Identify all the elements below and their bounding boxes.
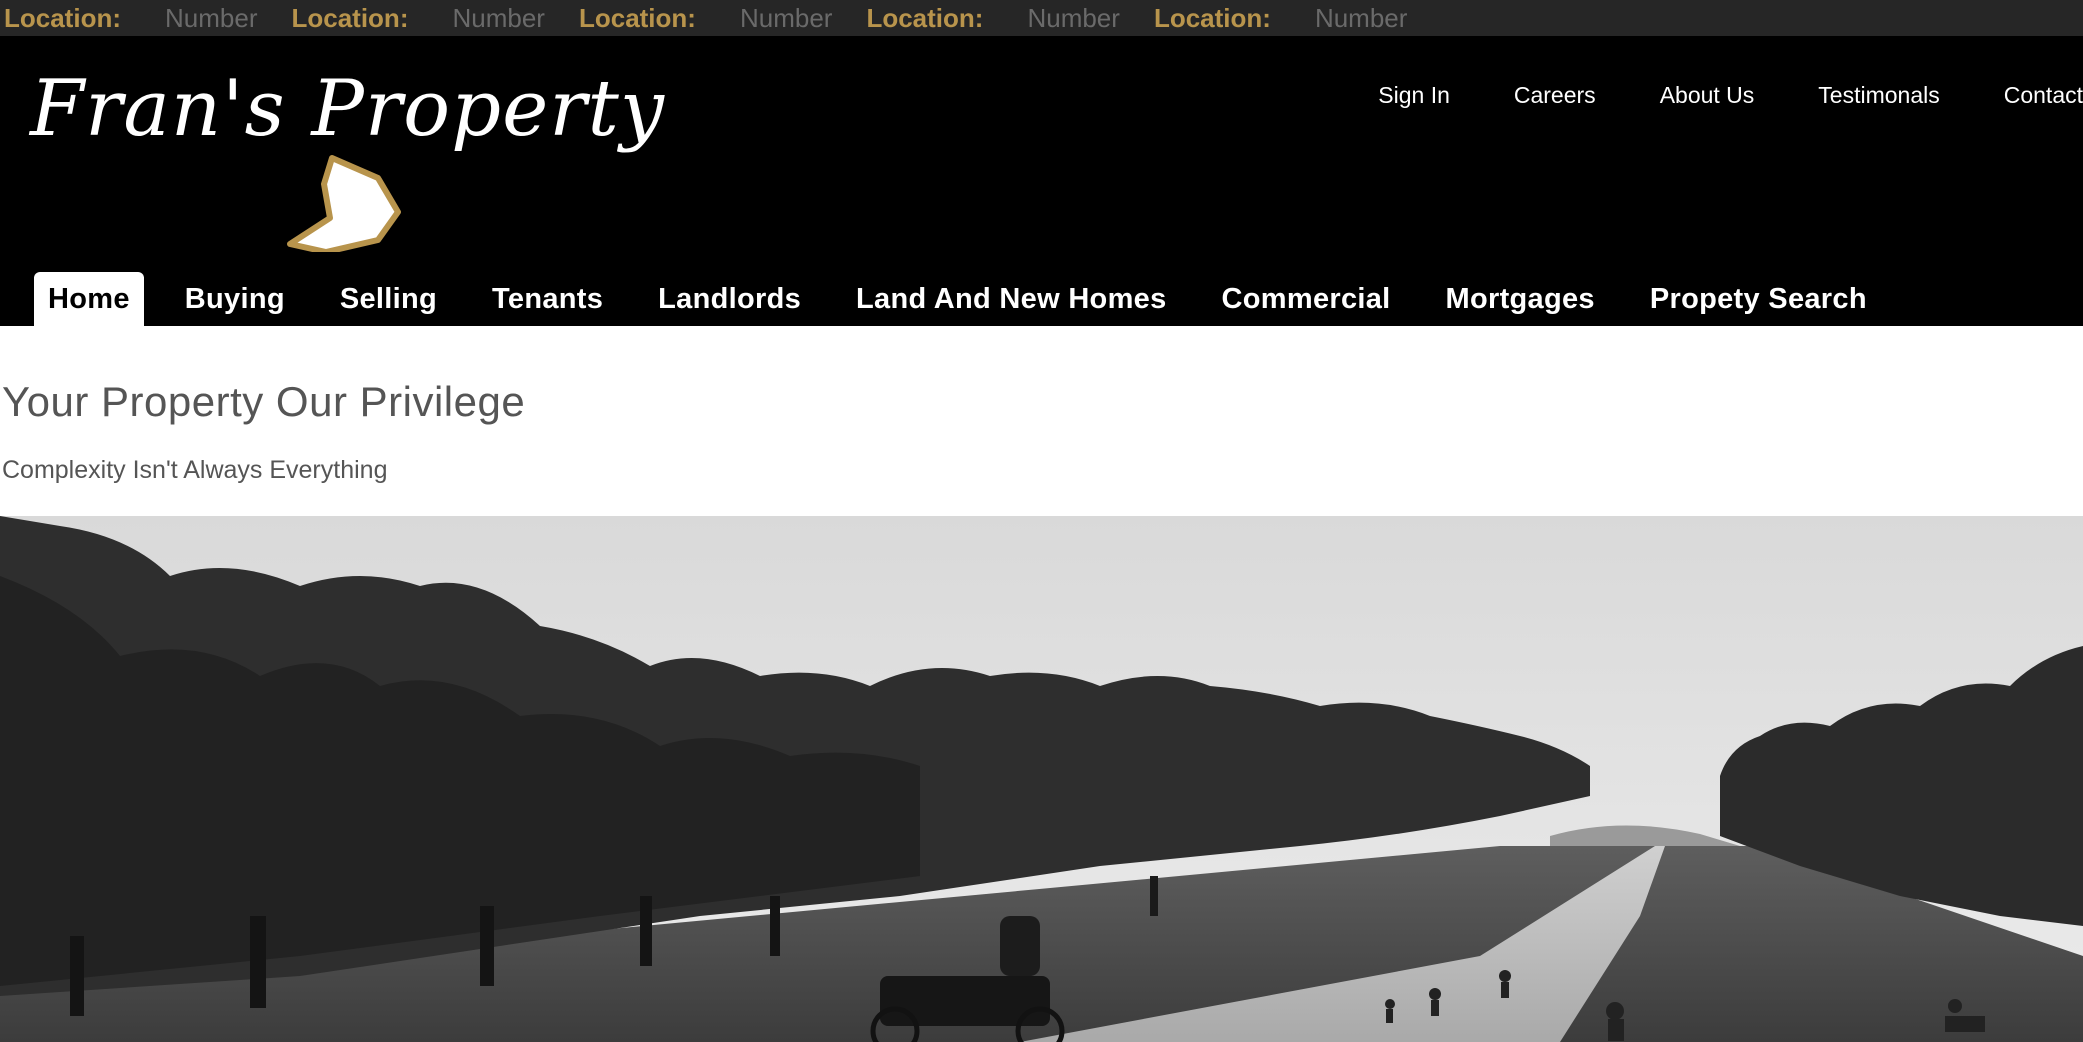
testimonials-link[interactable]: Testimonals <box>1818 82 1939 109</box>
location-item: Location: Number <box>4 3 257 34</box>
location-item: Location: Number <box>1154 3 1407 34</box>
hero-image <box>0 516 2083 1042</box>
utility-nav: Sign In Careers About Us Testimonals Con… <box>1314 82 2083 109</box>
careers-link[interactable]: Careers <box>1514 82 1596 109</box>
location-item: Location: Number <box>291 3 544 34</box>
location-number[interactable]: Number <box>740 3 832 34</box>
location-label: Location: <box>578 2 696 33</box>
tab-land-and-new-homes[interactable]: Land And New Homes <box>842 272 1180 326</box>
about-us-link[interactable]: About Us <box>1660 82 1755 109</box>
page-title: Your Property Our Privilege <box>2 378 526 426</box>
location-number[interactable]: Number <box>1027 3 1119 34</box>
tab-tenants[interactable]: Tenants <box>478 272 617 326</box>
location-number[interactable]: Number <box>1315 3 1407 34</box>
brand-logo-text[interactable]: Fran's Property <box>30 64 665 154</box>
location-label: Location: <box>866 2 984 33</box>
site-header: Fran's Property Sign In Careers About Us… <box>0 36 2083 326</box>
location-label: Location: <box>4 2 121 33</box>
location-number[interactable]: Number <box>452 3 544 34</box>
brand-logo-icon[interactable] <box>286 154 402 252</box>
tab-buying[interactable]: Buying <box>171 272 299 326</box>
tab-commercial[interactable]: Commercial <box>1208 272 1405 326</box>
sign-in-link[interactable]: Sign In <box>1378 82 1450 109</box>
main-nav: Home Buying Selling Tenants Landlords La… <box>34 272 1908 326</box>
contact-link[interactable]: Contact <box>2004 82 2083 109</box>
tab-landlords[interactable]: Landlords <box>644 272 815 326</box>
location-strip: Location: Number Location: Number Locati… <box>0 0 2083 36</box>
location-number[interactable]: Number <box>165 3 257 34</box>
location-item: Location: Number <box>579 3 832 34</box>
location-label: Location: <box>1153 2 1271 33</box>
tab-home[interactable]: Home <box>34 272 144 326</box>
location-label: Location: <box>291 2 409 33</box>
tab-mortgages[interactable]: Mortgages <box>1432 272 1609 326</box>
tab-property-search[interactable]: Propety Search <box>1636 272 1881 326</box>
location-item: Location: Number <box>866 3 1119 34</box>
page-subtitle: Complexity Isn't Always Everything <box>2 456 388 484</box>
tab-selling[interactable]: Selling <box>326 272 451 326</box>
